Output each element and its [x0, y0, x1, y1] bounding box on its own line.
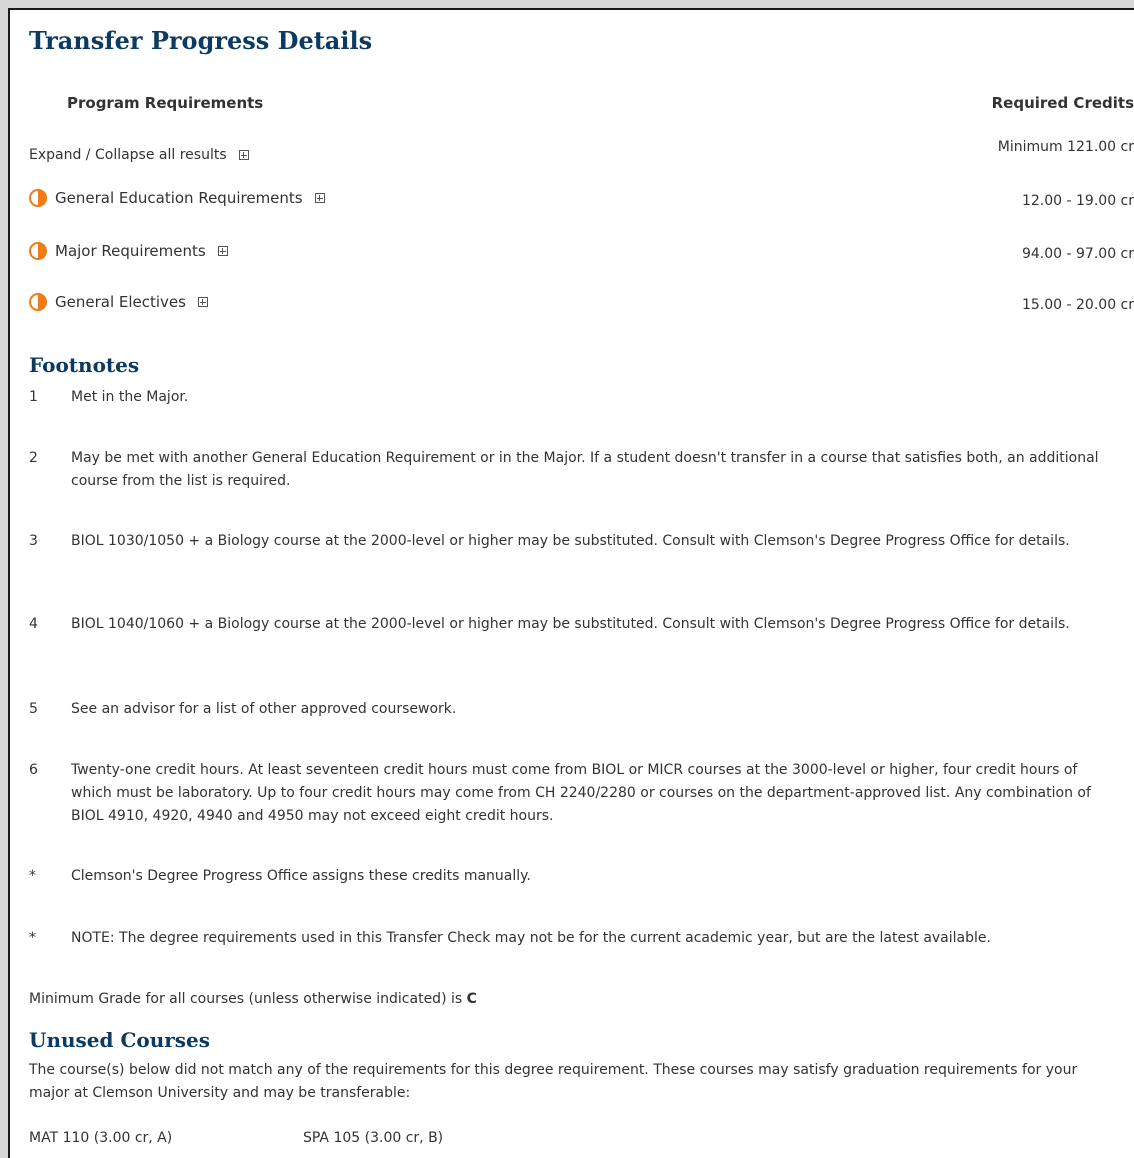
footnote-item: 3 BIOL 1030/1050 + a Biology course at t…: [29, 530, 1119, 553]
footnotes-title: Footnotes: [29, 353, 140, 377]
transfer-progress-panel: Transfer Progress Details Program Requir…: [8, 8, 1134, 1158]
expand-collapse-all[interactable]: Expand / Collapse all results: [29, 147, 249, 163]
requirement-credits: 94.00 - 97.00 cr: [1021, 246, 1134, 262]
footnote-item: 6 Twenty-one credit hours. At least seve…: [29, 759, 1119, 828]
requirement-row-general-electives[interactable]: General Electives: [29, 293, 208, 311]
requirement-label[interactable]: General Electives: [55, 293, 186, 311]
footnote-item: 2 May be met with another General Educat…: [29, 447, 1119, 493]
footnote-number: *: [29, 868, 36, 884]
footnote-item: * NOTE: The degree requirements used in …: [29, 927, 1119, 950]
unused-courses-title: Unused Courses: [29, 1028, 211, 1052]
footnote-item: 5 See an advisor for a list of other app…: [29, 698, 1119, 721]
footnote-text: BIOL 1030/1050 + a Biology course at the…: [71, 533, 1070, 549]
plus-box-icon[interactable]: [238, 150, 249, 160]
requirement-credits: 12.00 - 19.00 cr: [1021, 193, 1134, 209]
footnote-text: May be met with another General Educatio…: [71, 450, 1099, 489]
minimum-grade-value: C: [466, 991, 477, 1007]
footnote-number: 2: [29, 450, 38, 466]
minimum-grade-note: Minimum Grade for all courses (unless ot…: [29, 988, 1119, 1011]
unused-course-item: SPA 105 (3.00 cr, B): [303, 1130, 444, 1146]
footnote-text: BIOL 1040/1060 + a Biology course at the…: [71, 616, 1070, 632]
footnote-number: *: [29, 930, 36, 946]
footnote-text: Met in the Major.: [71, 389, 189, 405]
half-circle-icon: [29, 189, 47, 207]
footnote-text: See an advisor for a list of other appro…: [71, 701, 457, 717]
footnote-number: 3: [29, 533, 38, 549]
unused-courses-description: The course(s) below did not match any of…: [29, 1062, 1078, 1101]
plus-box-icon[interactable]: [314, 193, 325, 203]
half-circle-icon: [29, 242, 47, 260]
required-credits-header: Required Credits: [991, 94, 1134, 112]
footnote-item: 1 Met in the Major.: [29, 386, 1119, 409]
footnote-number: 1: [29, 389, 38, 405]
requirement-credits: 15.00 - 20.00 cr: [1021, 297, 1134, 313]
footnote-number: 5: [29, 701, 38, 717]
footnote-text: Twenty-one credit hours. At least sevent…: [71, 762, 1091, 824]
expand-collapse-label[interactable]: Expand / Collapse all results: [29, 147, 227, 163]
minimum-total-credits: Minimum 121.00 cr: [997, 139, 1134, 155]
footnote-text: NOTE: The degree requirements used in th…: [71, 930, 991, 946]
unused-course-item: MAT 110 (3.00 cr, A): [29, 1130, 173, 1146]
minimum-grade-text: Minimum Grade for all courses (unless ot…: [29, 991, 467, 1007]
plus-box-icon[interactable]: [217, 246, 228, 256]
program-requirements-header: Program Requirements: [67, 94, 264, 112]
requirement-row-general-education[interactable]: General Education Requirements: [29, 189, 325, 207]
footnote-item: * Clemson's Degree Progress Office assig…: [29, 865, 1119, 888]
requirement-row-major[interactable]: Major Requirements: [29, 242, 228, 260]
footnote-number: 6: [29, 762, 38, 778]
page-title: Transfer Progress Details: [29, 26, 373, 55]
footnote-item: 4 BIOL 1040/1060 + a Biology course at t…: [29, 613, 1119, 636]
footnote-text: Clemson's Degree Progress Office assigns…: [71, 868, 531, 884]
half-circle-icon: [29, 293, 47, 311]
footnote-number: 4: [29, 616, 38, 632]
requirement-label[interactable]: General Education Requirements: [55, 189, 303, 207]
plus-box-icon[interactable]: [197, 297, 208, 307]
requirement-label[interactable]: Major Requirements: [55, 242, 206, 260]
